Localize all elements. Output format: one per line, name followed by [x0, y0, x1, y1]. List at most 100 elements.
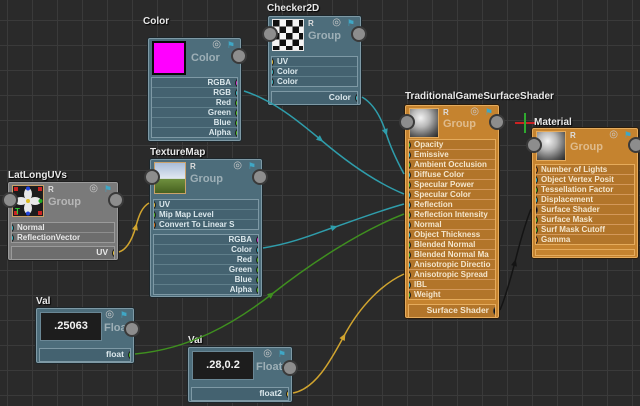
- port-rgb[interactable]: [235, 88, 237, 97]
- record-icon[interactable]: ◎: [105, 309, 114, 321]
- node-val-float[interactable]: .25063 Float ◎ ⚑ float: [36, 308, 140, 363]
- port-rgba[interactable]: [256, 235, 258, 244]
- record-icon[interactable]: ◎: [609, 129, 618, 141]
- input-row: Anisotropic Directio: [409, 259, 495, 269]
- collapse-handle[interactable]: [262, 26, 278, 42]
- collapse-handle[interactable]: [144, 169, 160, 185]
- record-icon[interactable]: ◎: [212, 39, 221, 51]
- output-row: Red: [154, 254, 258, 264]
- record-icon[interactable]: ◎: [332, 17, 341, 29]
- input-label: Convert To Linear S: [159, 220, 235, 229]
- input-row: Object Vertex Posit: [536, 174, 634, 184]
- port-alpha[interactable]: [235, 128, 237, 137]
- output-row: Green: [152, 107, 237, 117]
- input-row: Displacement: [536, 194, 634, 204]
- wire-checker2d-color-to-diffuse-color[interactable]: [361, 96, 405, 175]
- output-row: Color: [272, 92, 357, 104]
- record-icon[interactable]: ◎: [263, 348, 272, 360]
- port-red[interactable]: [235, 98, 237, 107]
- wire-val-float2-to-anisotropic-spread[interactable]: [292, 273, 405, 394]
- output-row: Blue: [152, 117, 237, 127]
- flag-icon[interactable]: ⚑: [278, 348, 286, 360]
- flag-icon[interactable]: ⚑: [120, 309, 128, 321]
- input-row: Color: [272, 66, 357, 76]
- node-material-footer: [535, 249, 635, 256]
- input-row: Weight: [409, 289, 495, 299]
- input-row: Color: [272, 76, 357, 86]
- collapse-handle[interactable]: [351, 26, 367, 42]
- wire-latlonguv-to-texturemap-uv[interactable]: [118, 202, 150, 253]
- collapse-handle[interactable]: [399, 114, 415, 130]
- node-color[interactable]: Color ◎ ⚑ RGBA RGB Red Green Blue Alpha: [148, 38, 247, 141]
- input-row: Ambient Occlusion: [409, 159, 495, 169]
- port-blue[interactable]: [256, 275, 258, 284]
- record-icon[interactable]: ◎: [470, 106, 479, 118]
- output-label: Alpha: [229, 285, 252, 294]
- node-val-float2-header[interactable]: .28,0.2 Float2 ◎ ⚑: [189, 348, 298, 384]
- node-graph-canvas[interactable]: Color Color ◎ ⚑ RGBA RGB Red Green Blue …: [0, 0, 640, 406]
- output-label: UV: [96, 247, 108, 257]
- node-latlonguvs-header[interactable]: T R Group ◎ ⚑: [2, 183, 124, 219]
- node-type-label: Group: [443, 118, 476, 130]
- node-texturemap-header[interactable]: R Group ◎ ⚑: [144, 160, 268, 196]
- port-alpha[interactable]: [256, 285, 258, 294]
- collapse-handle[interactable]: [526, 137, 542, 153]
- render-swatch-label: R: [190, 162, 196, 171]
- input-row: Specular Power: [409, 179, 495, 189]
- collapse-handle[interactable]: [108, 192, 124, 208]
- collapse-handle[interactable]: [124, 321, 140, 337]
- collapse-handle[interactable]: [2, 192, 18, 208]
- node-material-header[interactable]: R Group ◎ ⚑: [526, 129, 640, 162]
- node-val-float-header[interactable]: .25063 Float ◎ ⚑: [37, 309, 140, 345]
- node-texturemap[interactable]: R Group ◎ ⚑ UV Mip Map Level VConvert To…: [144, 159, 268, 297]
- port-red[interactable]: [256, 255, 258, 264]
- node-material[interactable]: R Group ◎ ⚑ VNumber of Lights Object Ver…: [526, 128, 640, 258]
- record-icon[interactable]: ◎: [233, 160, 242, 172]
- port-color[interactable]: [256, 245, 258, 254]
- collapse-handle[interactable]: [231, 48, 247, 64]
- output-row: Alpha: [154, 284, 258, 294]
- output-row: RGB: [152, 87, 237, 97]
- output-row: Red: [152, 97, 237, 107]
- port-green[interactable]: [235, 108, 237, 117]
- input-label: Color: [277, 67, 298, 76]
- input-label: Object Vertex Posit: [541, 175, 614, 184]
- input-label: Surf Mask Cutoff: [541, 225, 605, 234]
- value-field[interactable]: .28,0.2: [192, 351, 254, 380]
- node-title-texturemap: TextureMap: [150, 147, 206, 158]
- record-icon[interactable]: ◎: [89, 183, 98, 195]
- wire-texturemap-color-to-reflection[interactable]: [262, 203, 405, 249]
- node-title-color: Color: [143, 16, 170, 27]
- node-checker2d-header[interactable]: R Group ◎ ⚑: [262, 17, 367, 53]
- output-label: Blue: [234, 275, 252, 284]
- collapse-handle[interactable]: [282, 360, 298, 376]
- input-row: Reflection Intensity: [409, 209, 495, 219]
- collapse-handle[interactable]: [489, 114, 505, 130]
- port-green[interactable]: [256, 265, 258, 274]
- input-row: Blended Normal Ma: [409, 249, 495, 259]
- input-label: Mip Map Level: [159, 210, 214, 219]
- render-swatch-label: R: [443, 108, 449, 117]
- output-row: UV: [12, 247, 114, 259]
- input-label: Anisotropic Spread: [414, 270, 488, 279]
- input-row: Opacity: [409, 140, 495, 149]
- wire-surface-shader-to-material[interactable]: [499, 208, 532, 311]
- node-tgss-header[interactable]: R Group ◎ ⚑: [399, 106, 505, 139]
- collapse-handle[interactable]: [628, 137, 640, 153]
- port-rgba[interactable]: [235, 78, 237, 87]
- node-color-header[interactable]: Color ◎ ⚑: [149, 39, 247, 75]
- input-row: IBL: [409, 279, 495, 289]
- input-row: Diffuse Color: [409, 169, 495, 179]
- wire-color-rgb-to-specular-color[interactable]: [243, 90, 405, 195]
- node-checker2d[interactable]: R Group ◎ ⚑ UV Color Color Color: [262, 16, 367, 105]
- node-latlonguvs[interactable]: T R Group ◎ ⚑ Normal ReflectionVector UV: [2, 182, 124, 260]
- output-row: RGBA: [154, 235, 258, 244]
- value-field[interactable]: .25063: [40, 312, 102, 341]
- node-val-float2[interactable]: .28,0.2 Float2 ◎ ⚑ float2: [188, 347, 298, 402]
- output-label: Blue: [213, 118, 231, 127]
- input-row: Tessellation Factor: [536, 184, 634, 194]
- node-traditionalgamesurfaceshader[interactable]: R Group ◎ ⚑ Opacity Emissive Ambient Occ…: [399, 105, 505, 318]
- port-blue[interactable]: [235, 118, 237, 127]
- color-swatch[interactable]: [152, 41, 186, 75]
- collapse-handle[interactable]: [252, 169, 268, 185]
